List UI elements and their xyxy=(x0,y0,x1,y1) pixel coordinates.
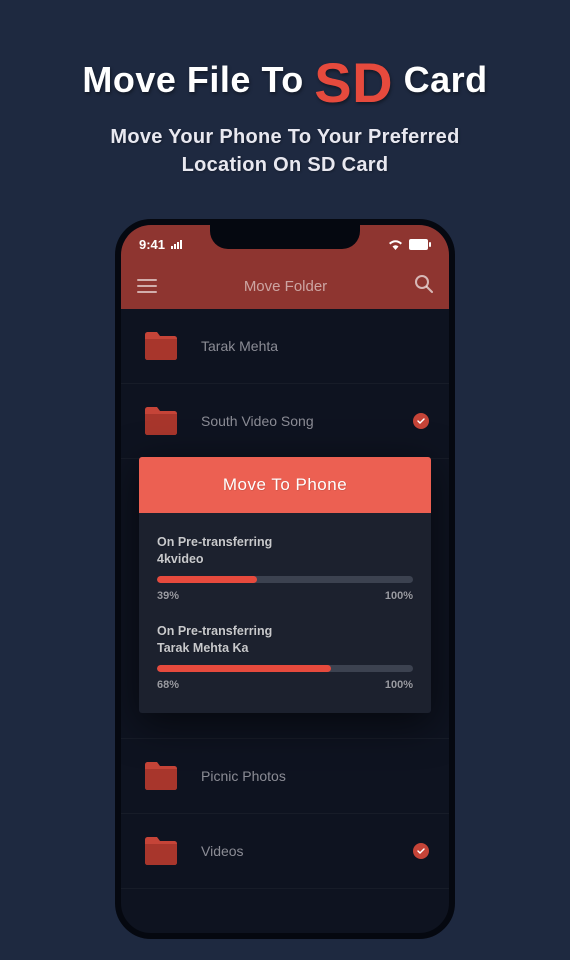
folder-icon xyxy=(143,836,179,866)
app-header: Move Folder xyxy=(121,263,449,309)
promo-subtitle-line1: Move Your Phone To Your Preferred xyxy=(110,126,459,148)
status-right xyxy=(388,239,431,250)
check-icon xyxy=(413,843,429,859)
transfer-file-name: Tarak Mehta Ka xyxy=(157,641,413,655)
progress-total: 100% xyxy=(385,679,413,691)
folder-item[interactable]: South Video Song xyxy=(121,384,449,459)
check-icon xyxy=(413,413,429,429)
progress-bar xyxy=(157,576,413,583)
search-icon[interactable] xyxy=(414,274,433,298)
dialog-header: Move To Phone xyxy=(139,457,431,513)
folder-icon xyxy=(143,406,179,436)
transfer-item: On Pre-transferring Tarak Mehta Ka 68% 1… xyxy=(157,624,413,691)
transfer-file-name: 4kvideo xyxy=(157,552,413,566)
transfer-status: On Pre-transferring xyxy=(157,624,413,638)
progress-labels: 68% 100% xyxy=(157,679,413,691)
progress-current: 39% xyxy=(157,590,179,602)
promo-title: Move File To SD Card xyxy=(0,50,570,115)
dialog-body: On Pre-transferring 4kvideo 39% 100% On … xyxy=(139,513,431,713)
menu-icon[interactable] xyxy=(137,275,157,297)
progress-fill xyxy=(157,665,331,672)
folder-name: South Video Song xyxy=(201,413,314,429)
progress-bar xyxy=(157,665,413,672)
folder-name: Tarak Mehta xyxy=(201,338,278,354)
battery-icon xyxy=(409,239,431,250)
folder-icon xyxy=(143,761,179,791)
transfer-dialog: Move To Phone On Pre-transferring 4kvide… xyxy=(139,457,431,713)
progress-current: 68% xyxy=(157,679,179,691)
progress-labels: 39% 100% xyxy=(157,590,413,602)
folder-item[interactable]: Tarak Mehta xyxy=(121,309,449,384)
folder-item[interactable]: Picnic Photos xyxy=(121,739,449,814)
signal-icon xyxy=(171,240,182,249)
promo-subtitle: Move Your Phone To Your Preferred Locati… xyxy=(0,123,570,179)
transfer-status: On Pre-transferring xyxy=(157,535,413,549)
folder-item[interactable]: Videos xyxy=(121,814,449,889)
header-title: Move Folder xyxy=(244,278,327,295)
promo-header: Move File To SD Card Move Your Phone To … xyxy=(0,0,570,179)
transfer-item: On Pre-transferring 4kvideo 39% 100% xyxy=(157,535,413,602)
folder-name: Picnic Photos xyxy=(201,768,286,784)
wifi-icon xyxy=(388,239,403,250)
phone-notch xyxy=(210,223,360,249)
promo-title-highlight: SD xyxy=(314,51,393,114)
dialog-title: Move To Phone xyxy=(157,475,413,495)
folder-icon xyxy=(143,331,179,361)
promo-subtitle-line2: Location On SD Card xyxy=(182,154,389,176)
status-time: 9:41 xyxy=(139,237,165,252)
promo-title-after: Card xyxy=(393,59,488,100)
folder-name: Videos xyxy=(201,843,244,859)
progress-total: 100% xyxy=(385,590,413,602)
phone-frame: 9:41 Move Folder xyxy=(115,219,455,939)
status-left: 9:41 xyxy=(139,237,182,252)
promo-title-before: Move File To xyxy=(82,59,314,100)
progress-fill xyxy=(157,576,257,583)
